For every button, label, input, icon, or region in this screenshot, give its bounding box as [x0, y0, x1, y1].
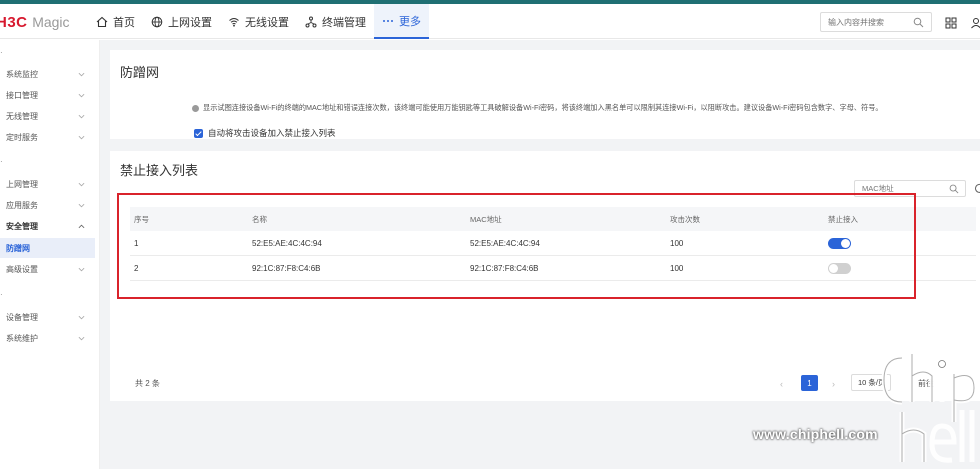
- sidebar-item-device[interactable]: 设备管理: [0, 307, 95, 327]
- sidebar-item-maintenance[interactable]: 系统维护: [0, 328, 95, 348]
- sidebar-group-marker: ·: [0, 290, 3, 299]
- chevron-down-icon: [78, 203, 85, 207]
- auto-block-label: 自动将攻击设备加入禁止接入列表: [208, 128, 336, 138]
- goto-page-label: 前往: [918, 379, 934, 388]
- nav-wireless-settings[interactable]: 无线设置: [220, 4, 297, 39]
- anti-leech-card: 防蹭网 显示试图连接设备Wi-Fi的终端的MAC地址和错误连接次数，该终端可能使…: [110, 50, 980, 139]
- total-count: 共 2 条: [135, 379, 160, 388]
- nav-home[interactable]: 首页: [88, 4, 143, 39]
- nav-terminal-management[interactable]: 终端管理: [297, 4, 374, 39]
- brand-logo[interactable]: H3C Magic: [0, 14, 70, 31]
- anti-leech-description: 显示试图连接设备Wi-Fi的终端的MAC地址和错误连接次数，该终端可能使用万能钥…: [192, 103, 883, 113]
- sidebar-item-label: 高级设置: [6, 264, 38, 274]
- chevron-down-icon: [78, 114, 85, 118]
- sidebar-item-scheduled[interactable]: 定时服务: [0, 127, 95, 147]
- nav-internet-settings[interactable]: 上网设置: [143, 4, 220, 39]
- sidebar-item-label: 接口管理: [6, 90, 38, 100]
- watermark-site-text: www.chiphell.com: [753, 426, 878, 442]
- nav-label: 更多: [399, 15, 421, 28]
- sidebar-item-label: 设备管理: [6, 312, 38, 322]
- sidebar-item-label: 定时服务: [6, 132, 38, 142]
- grid-icon[interactable]: [945, 17, 957, 29]
- checkbox-checked-icon[interactable]: [194, 128, 203, 138]
- chevron-down-icon: [78, 267, 85, 271]
- devices-icon: [305, 16, 317, 27]
- nav-label: 首页: [113, 16, 135, 29]
- auto-block-checkbox[interactable]: 自动将攻击设备加入禁止接入列表: [194, 127, 336, 139]
- sidebar-item-interface[interactable]: 接口管理: [0, 85, 95, 105]
- sidebar-group-marker: ·: [0, 157, 3, 166]
- sidebar-item-anti-leech[interactable]: 防蹭网: [0, 238, 95, 258]
- next-page-icon[interactable]: ›: [832, 379, 835, 389]
- sidebar-item-security[interactable]: 安全管理: [0, 216, 95, 236]
- prev-page-icon[interactable]: ‹: [780, 379, 783, 389]
- description-text: 显示试图连接设备Wi-Fi的终端的MAC地址和错误连接次数，该终端可能使用万能钥…: [203, 103, 883, 112]
- chevron-down-icon: [78, 72, 85, 76]
- chevron-down-icon: [78, 135, 85, 139]
- nav-label: 无线设置: [245, 16, 289, 29]
- chevron-down-icon: [78, 336, 85, 340]
- sidebar-item-label: 系统维护: [6, 333, 38, 343]
- chevron-down-icon: [78, 315, 85, 319]
- nav-more[interactable]: 更多: [374, 4, 429, 39]
- sidebar-group-marker: ·: [0, 48, 3, 57]
- refresh-icon[interactable]: [974, 183, 980, 194]
- globe-icon: [151, 16, 163, 27]
- chevron-up-icon: [78, 224, 85, 228]
- top-header: H3C Magic 首页 上网设置 无线设置 终端管理 更多: [0, 4, 980, 39]
- top-nav: 首页 上网设置 无线设置 终端管理 更多: [88, 4, 429, 39]
- info-icon: [192, 104, 199, 112]
- sidebar-item-internet[interactable]: 上网管理: [0, 174, 95, 194]
- sidebar-item-label: 应用服务: [6, 200, 38, 210]
- sidebar-item-label: 安全管理: [6, 221, 38, 231]
- global-search-input[interactable]: [821, 17, 911, 27]
- global-search[interactable]: [820, 12, 932, 32]
- sidebar: · 系统监控 接口管理 无线管理 定时服务 · 上网管理 应用服务 安全管理 防…: [0, 40, 100, 469]
- sidebar-item-label: 系统监控: [6, 69, 38, 79]
- page-number-current[interactable]: 1: [801, 375, 818, 391]
- chevron-down-icon: [78, 93, 85, 97]
- block-list-title: 禁止接入列表: [120, 163, 199, 178]
- annotation-highlight-box: [117, 193, 916, 299]
- page-title: 防蹭网: [120, 65, 160, 80]
- user-icon[interactable]: [970, 17, 980, 29]
- sidebar-item-app-service[interactable]: 应用服务: [0, 195, 95, 215]
- sidebar-item-wireless[interactable]: 无线管理: [0, 106, 95, 126]
- sidebar-item-label: 无线管理: [6, 111, 38, 121]
- nav-label: 上网设置: [168, 16, 212, 29]
- search-icon[interactable]: [913, 17, 924, 28]
- sidebar-item-label: 上网管理: [6, 179, 38, 189]
- search-icon[interactable]: [949, 184, 959, 194]
- chevron-down-icon: [78, 182, 85, 186]
- sidebar-item-system-monitor[interactable]: 系统监控: [0, 64, 95, 84]
- sidebar-item-advanced[interactable]: 高级设置: [0, 259, 95, 279]
- page-size-select[interactable]: 10 条/页: [851, 374, 891, 391]
- wifi-icon: [229, 17, 239, 27]
- more-icon: [383, 19, 393, 22]
- sidebar-item-label: 防蹭网: [6, 243, 30, 253]
- nav-label: 终端管理: [322, 16, 366, 29]
- home-icon: [96, 16, 108, 27]
